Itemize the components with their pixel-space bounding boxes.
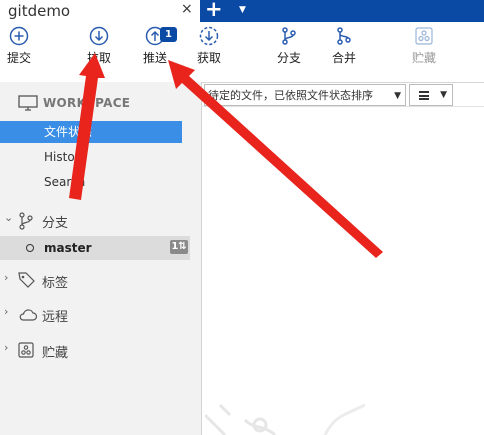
annotation-arrows [69, 53, 383, 258]
annotation-arrow-push [168, 60, 383, 258]
annotation-arrow-pull [69, 53, 105, 200]
